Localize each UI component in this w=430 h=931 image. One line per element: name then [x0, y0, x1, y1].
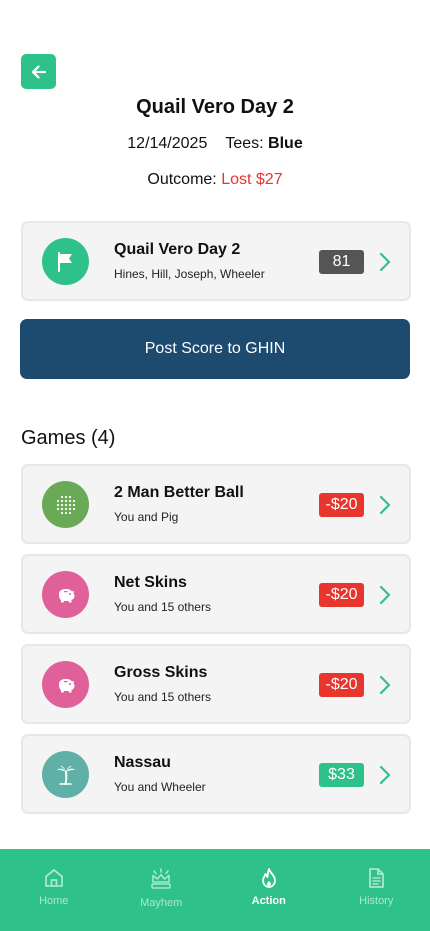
- bottom-tab-bar: Home Mayhem Action History: [0, 849, 430, 931]
- chevron-right-icon: [379, 675, 391, 695]
- document-icon: [369, 868, 385, 888]
- game-card-net-skins[interactable]: Net Skins You and 15 others -$20: [21, 554, 411, 634]
- tees-label: Tees:: [225, 135, 264, 152]
- flame-icon: [261, 868, 276, 888]
- game-name: 2 Man Better Ball: [114, 484, 244, 501]
- tab-label: History: [359, 895, 394, 907]
- palm-tree-icon: [56, 765, 75, 785]
- game-players: You and 15 others: [114, 690, 211, 704]
- game-amount-badge: -$20: [319, 493, 364, 517]
- flag-icon: [57, 251, 72, 272]
- chevron-right-icon: [379, 765, 391, 785]
- chevron-right-icon: [379, 585, 391, 605]
- round-date: 12/14/2025: [127, 135, 208, 152]
- home-icon: [44, 869, 63, 887]
- games-header: Games (4): [21, 427, 116, 449]
- game-card-nassau[interactable]: Nassau You and Wheeler $33: [21, 734, 411, 814]
- page-title: Quail Vero Day 2: [136, 96, 294, 118]
- round-meta: 12/14/2025 Tees: Blue: [0, 135, 430, 153]
- game-players: You and Pig: [114, 510, 179, 524]
- tab-home[interactable]: Home: [0, 849, 108, 931]
- round-outcome: Outcome: Lost $27: [0, 171, 430, 189]
- round-players: Hines, Hill, Joseph, Wheeler: [114, 267, 265, 281]
- game-amount-badge: -$20: [319, 673, 364, 697]
- round-icon-circle: [42, 238, 89, 285]
- tees-value: Blue: [268, 135, 303, 152]
- game-icon-circle: [42, 751, 89, 798]
- tab-label: Action: [251, 895, 286, 907]
- game-players: You and Wheeler: [114, 780, 206, 794]
- game-name: Net Skins: [114, 574, 187, 591]
- post-score-ghin-button[interactable]: Post Score to GHIN: [20, 319, 410, 379]
- tab-history[interactable]: History: [323, 849, 430, 931]
- tab-mayhem[interactable]: Mayhem: [108, 849, 216, 931]
- game-amount-badge: -$20: [319, 583, 364, 607]
- round-card[interactable]: Quail Vero Day 2 Hines, Hill, Joseph, Wh…: [21, 221, 411, 301]
- game-icon-circle: [42, 661, 89, 708]
- game-amount-badge: $33: [319, 763, 364, 787]
- piggy-bank-icon: [58, 588, 74, 602]
- back-button[interactable]: [21, 54, 56, 89]
- outcome-label: Outcome:: [147, 171, 217, 188]
- arrow-left-icon: [31, 64, 46, 79]
- piggy-bank-icon: [58, 678, 74, 692]
- outcome-value: Lost $27: [221, 171, 283, 188]
- chevron-right-icon: [379, 495, 391, 515]
- game-card-gross-skins[interactable]: Gross Skins You and 15 others -$20: [21, 644, 411, 724]
- tab-action[interactable]: Action: [215, 849, 323, 931]
- game-icon-circle: [42, 571, 89, 618]
- dots-grid-icon: [56, 495, 75, 514]
- game-name: Nassau: [114, 754, 171, 771]
- game-icon-circle: [42, 481, 89, 528]
- game-name: Gross Skins: [114, 664, 208, 681]
- game-players: You and 15 others: [114, 600, 211, 614]
- tab-label: Home: [39, 895, 69, 907]
- score-badge: 81: [319, 250, 364, 274]
- tab-label: Mayhem: [140, 897, 183, 909]
- round-name: Quail Vero Day 2: [114, 241, 241, 258]
- chevron-right-icon: [379, 252, 391, 272]
- crown-icon: [151, 868, 172, 889]
- game-card-better-ball[interactable]: 2 Man Better Ball You and Pig -$20: [21, 464, 411, 544]
